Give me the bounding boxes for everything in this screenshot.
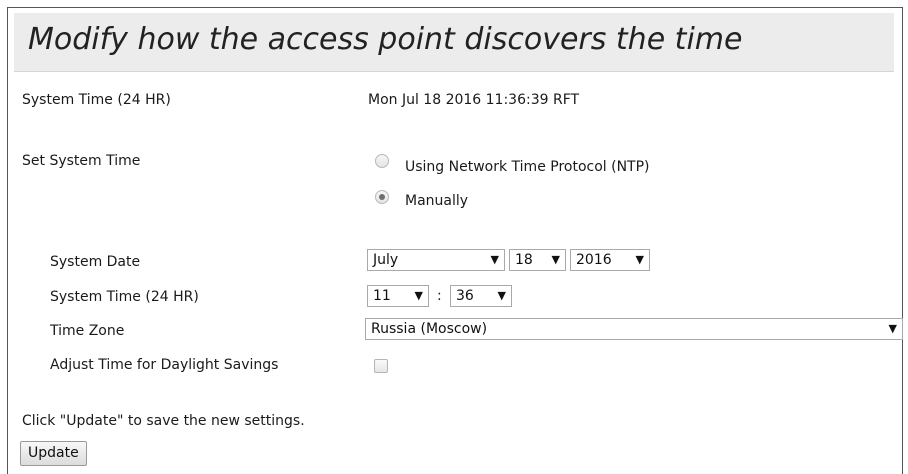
set-system-time-label: Set System Time (22, 153, 141, 169)
chevron-down-icon: ▼ (888, 322, 897, 335)
page-title: Modify how the access point discovers th… (28, 22, 743, 57)
time-zone-select[interactable]: Russia (Moscow) ▼ (365, 318, 903, 340)
dst-label: Adjust Time for Daylight Savings (50, 357, 279, 373)
time-zone-value: Russia (Moscow) (371, 321, 488, 337)
minute-value: 36 (456, 288, 474, 304)
year-select[interactable]: 2016 ▼ (570, 249, 650, 271)
ntp-radio[interactable] (375, 154, 389, 168)
system-time-value: Mon Jul 18 2016 11:36:39 RFT (368, 92, 580, 108)
chevron-down-icon: ▼ (635, 253, 644, 266)
time-zone-label: Time Zone (50, 323, 125, 339)
month-select[interactable]: July ▼ (367, 249, 505, 271)
chevron-down-icon: ▼ (551, 253, 560, 266)
year-value: 2016 (576, 252, 612, 268)
page-header: Modify how the access point discovers th… (14, 13, 894, 72)
system-time-manual-label: System Time (24 HR) (50, 289, 199, 305)
update-hint: Click "Update" to save the new settings. (22, 413, 305, 429)
hour-select[interactable]: 11 ▼ (367, 285, 429, 307)
chevron-down-icon: ▼ (414, 289, 423, 302)
ntp-radio-label[interactable]: Using Network Time Protocol (NTP) (405, 159, 650, 175)
system-date-label: System Date (50, 254, 141, 270)
minute-select[interactable]: 36 ▼ (450, 285, 512, 307)
hour-value: 11 (373, 288, 391, 304)
dst-checkbox[interactable] (374, 359, 388, 373)
chevron-down-icon: ▼ (497, 289, 506, 302)
system-time-label: System Time (24 HR) (22, 92, 171, 108)
panel-frame (7, 7, 903, 474)
manual-radio-label[interactable]: Manually (405, 193, 468, 209)
month-value: July (373, 252, 399, 268)
day-select[interactable]: 18 ▼ (509, 249, 566, 271)
chevron-down-icon: ▼ (490, 253, 499, 266)
update-button[interactable]: Update (20, 441, 87, 466)
day-value: 18 (515, 252, 533, 268)
manual-radio[interactable] (375, 190, 389, 204)
time-separator: : (437, 288, 442, 304)
